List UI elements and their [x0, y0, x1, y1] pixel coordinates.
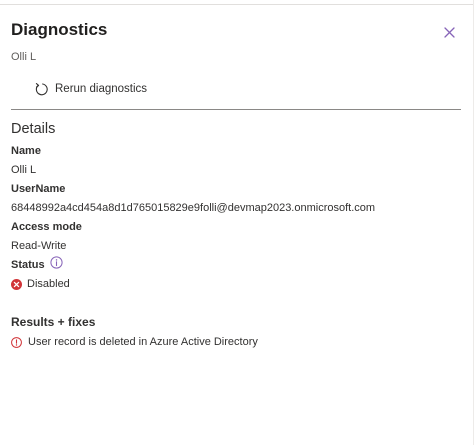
results-heading: Results + fixes — [11, 315, 96, 329]
rerun-diagnostics-label: Rerun diagnostics — [55, 83, 148, 95]
top-border — [0, 4, 474, 5]
result-item: User record is deleted in Azure Active D… — [11, 336, 258, 348]
status-label-row: Status — [11, 256, 63, 271]
close-icon — [443, 26, 455, 38]
error-circle-icon — [11, 278, 22, 290]
panel-subtitle: Olli L — [11, 51, 37, 63]
section-divider — [11, 109, 461, 110]
warning-info-icon — [11, 336, 22, 348]
result-text: User record is deleted in Azure Active D… — [28, 336, 258, 348]
panel-title: Diagnostics — [11, 20, 108, 39]
status-value-row: Disabled — [11, 278, 70, 290]
status-label: Status — [11, 258, 45, 271]
name-label: Name — [11, 145, 41, 157]
status-value: Disabled — [27, 278, 70, 290]
close-button[interactable] — [439, 22, 459, 42]
refresh-icon — [34, 82, 49, 97]
name-value: Olli L — [11, 164, 37, 176]
username-label: UserName — [11, 183, 66, 195]
rerun-diagnostics-button[interactable]: Rerun diagnostics — [34, 80, 147, 98]
username-value: 68448992a4cd454a8d1d765015829e9folli@dev… — [11, 202, 376, 214]
info-icon[interactable] — [50, 256, 63, 269]
details-heading: Details — [11, 121, 56, 137]
access-mode-label: Access mode — [11, 221, 82, 233]
access-mode-value: Read-Write — [11, 240, 67, 252]
